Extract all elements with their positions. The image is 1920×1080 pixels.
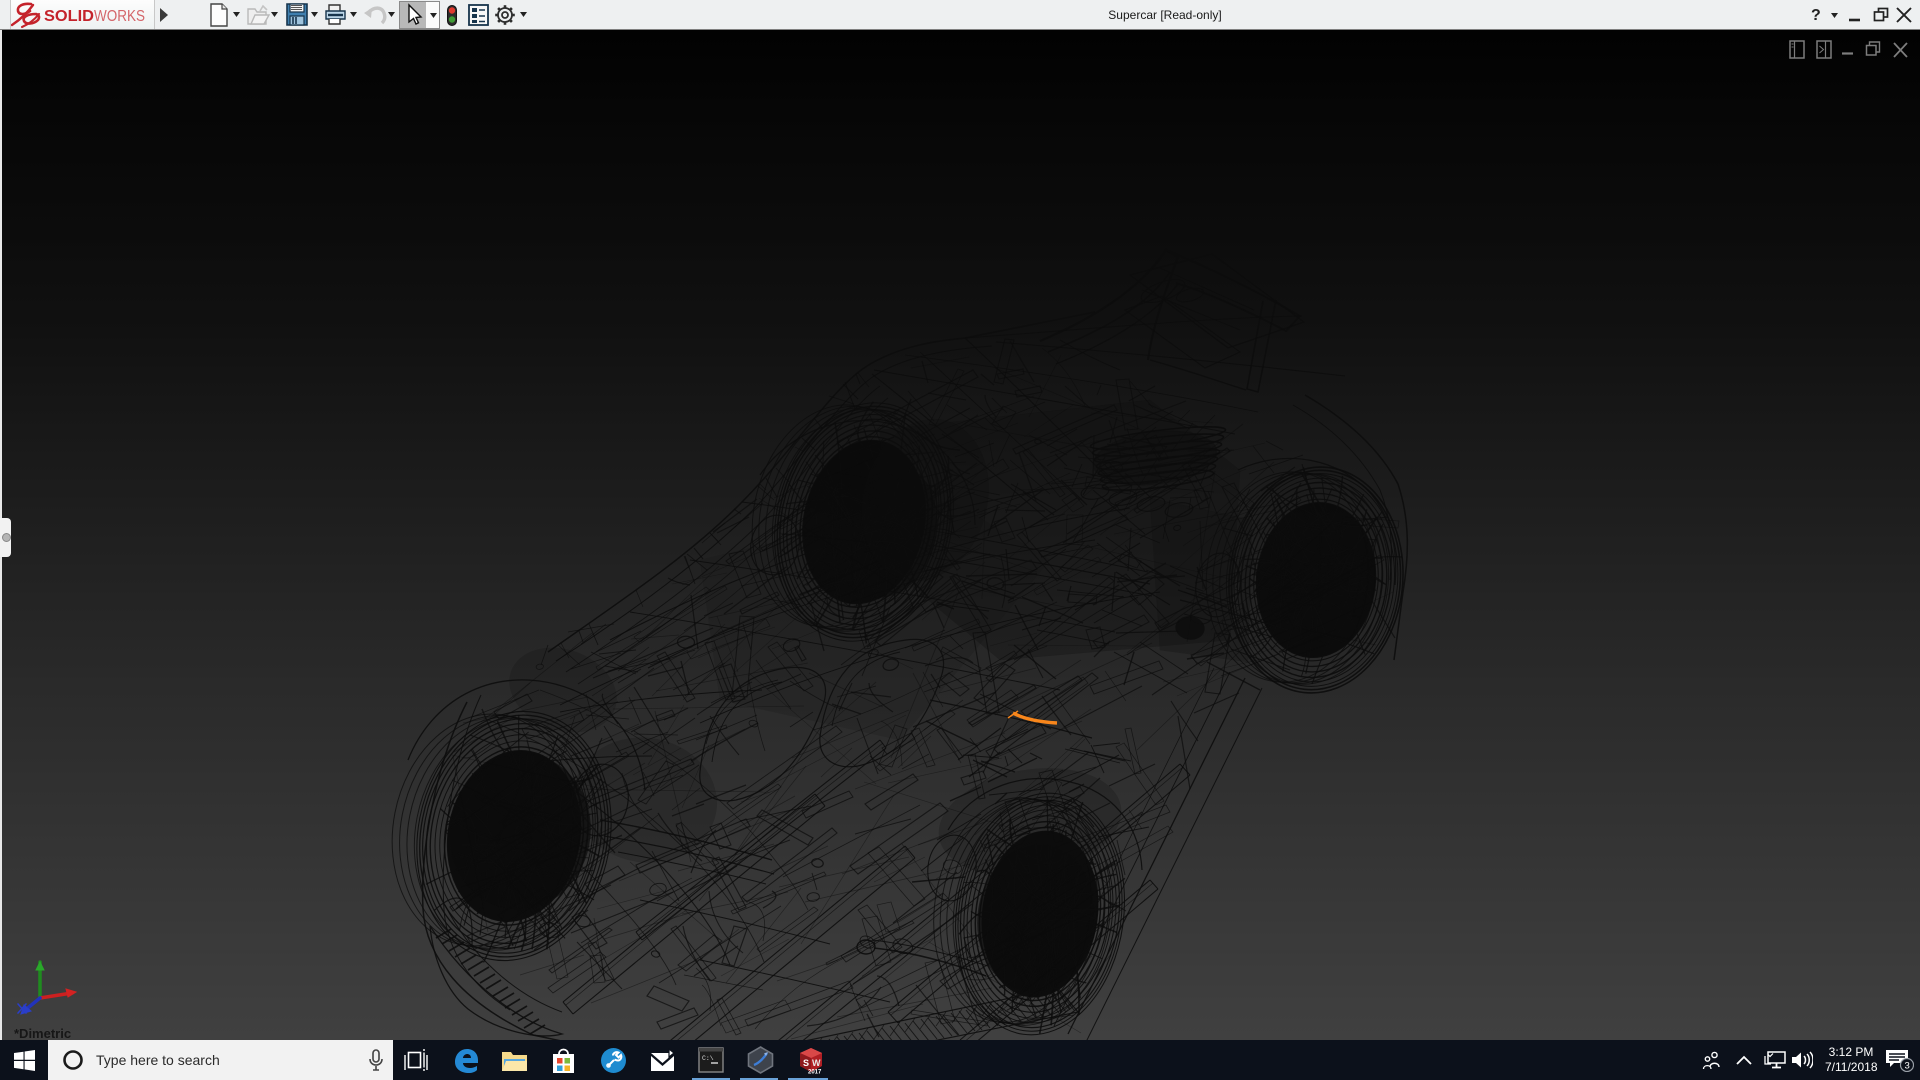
svg-text:S: S	[803, 1058, 809, 1068]
svg-text:WORKS: WORKS	[94, 8, 145, 25]
svg-text:W: W	[812, 1058, 821, 1068]
svg-text:C:\: C:\	[702, 1055, 714, 1062]
svg-text:3: 3	[1905, 1061, 1910, 1072]
svg-text:SOLID: SOLID	[44, 8, 94, 25]
svg-text:2017: 2017	[808, 1070, 822, 1076]
